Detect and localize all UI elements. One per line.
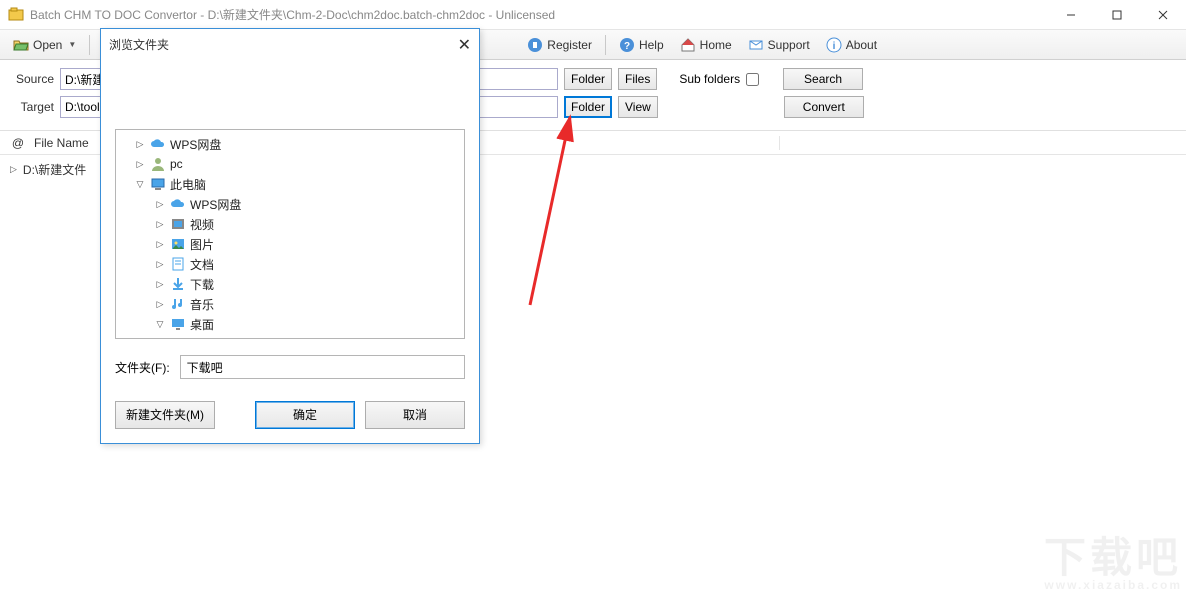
source-label: Source <box>10 72 54 86</box>
col-marker[interactable]: @ <box>6 136 30 150</box>
pictures-icon <box>170 236 186 252</box>
desktop-icon <box>170 316 186 332</box>
watermark-sub: www.xiazaiba.com <box>1044 579 1182 591</box>
cloud-icon <box>170 196 186 212</box>
expand-icon[interactable]: ▷ <box>154 259 166 270</box>
collapse-icon[interactable]: ▽ <box>154 319 166 330</box>
collapse-icon[interactable]: ▽ <box>134 179 146 190</box>
document-icon <box>170 256 186 272</box>
tree-label: 音乐 <box>190 296 214 313</box>
folder-name-label: 文件夹(F): <box>115 359 170 376</box>
help-button[interactable]: ? Help <box>612 33 671 57</box>
browse-folder-dialog: 浏览文件夹 ✕ ▷ WPS网盘 ▷ pc ▽ 此电脑 ▷ WPS网盘 ▷ 视频 ▷ 图片 ▷… <box>100 28 480 444</box>
tree-label: 文档 <box>190 256 214 273</box>
register-button[interactable]: Register <box>520 33 599 57</box>
files-button[interactable]: Files <box>618 68 657 90</box>
expand-icon[interactable]: ▷ <box>154 239 166 250</box>
watermark-main: 下载吧 <box>1044 537 1182 579</box>
close-button[interactable] <box>1140 0 1186 30</box>
tree-label: 桌面 <box>190 316 214 333</box>
open-button[interactable]: Open ▼ <box>6 33 83 57</box>
home-label: Home <box>700 38 732 52</box>
support-button[interactable]: Support <box>741 33 817 57</box>
home-button[interactable]: Home <box>673 33 739 57</box>
info-icon: i <box>826 37 842 53</box>
chevron-down-icon: ▼ <box>68 40 76 49</box>
register-icon <box>527 37 543 53</box>
folder-tree[interactable]: ▷ WPS网盘 ▷ pc ▽ 此电脑 ▷ WPS网盘 ▷ 视频 ▷ 图片 ▷ 文档 ▷ 下载 ▷… <box>115 129 465 339</box>
dialog-close-button[interactable]: ✕ <box>458 35 471 55</box>
help-icon: ? <box>619 37 635 53</box>
register-label: Register <box>547 38 592 52</box>
cloud-icon <box>150 136 166 152</box>
download-icon <box>170 276 186 292</box>
tree-label: WPS网盘 <box>190 196 241 213</box>
item-path: D:\新建文件 <box>23 161 86 178</box>
help-label: Help <box>639 38 664 52</box>
watermark: 下载吧 www.xiazaiba.com <box>1044 537 1182 591</box>
folder-name-input[interactable] <box>180 355 465 379</box>
new-folder-button[interactable]: 新建文件夹(M) <box>115 401 215 429</box>
ok-button[interactable]: 确定 <box>255 401 355 429</box>
separator <box>89 35 90 55</box>
about-button[interactable]: i About <box>819 33 884 57</box>
cancel-button[interactable]: 取消 <box>365 401 465 429</box>
maximize-button[interactable] <box>1094 0 1140 30</box>
view-button[interactable]: View <box>618 96 658 118</box>
dialog-title: 浏览文件夹 <box>109 36 169 53</box>
video-icon <box>170 216 186 232</box>
convert-button[interactable]: Convert <box>784 96 864 118</box>
support-label: Support <box>768 38 810 52</box>
expand-icon[interactable]: ▷ <box>134 139 146 150</box>
target-label: Target <box>10 100 54 114</box>
open-label: Open <box>33 38 62 52</box>
expand-icon[interactable]: ▷ <box>154 299 166 310</box>
expand-icon: ▷ <box>10 164 17 175</box>
user-icon <box>150 156 166 172</box>
computer-icon <box>150 176 166 192</box>
window-title: Batch CHM TO DOC Convertor - D:\新建文件夹\Ch… <box>30 6 1048 23</box>
search-button[interactable]: Search <box>783 68 863 90</box>
tree-label: 下载 <box>190 276 214 293</box>
tree-label: 图片 <box>190 236 214 253</box>
expand-icon[interactable]: ▷ <box>154 279 166 290</box>
music-icon <box>170 296 186 312</box>
app-icon <box>8 7 24 23</box>
target-folder-button[interactable]: Folder <box>564 96 612 118</box>
source-folder-button[interactable]: Folder <box>564 68 612 90</box>
tree-label: pc <box>170 157 183 171</box>
folder-open-icon <box>13 37 29 53</box>
expand-icon[interactable]: ▷ <box>154 199 166 210</box>
svg-text:i: i <box>832 41 835 52</box>
subfolders-label: Sub folders <box>679 72 740 86</box>
tree-label: 视频 <box>190 216 214 233</box>
about-label: About <box>846 38 877 52</box>
expand-icon[interactable]: ▷ <box>154 219 166 230</box>
support-icon <box>748 37 764 53</box>
expand-icon[interactable]: ▷ <box>134 159 146 170</box>
tree-label: WPS网盘 <box>170 136 221 153</box>
subfolders-checkbox[interactable] <box>746 73 759 86</box>
tree-label: 此电脑 <box>170 176 206 193</box>
svg-text:?: ? <box>624 41 630 52</box>
separator <box>605 35 606 55</box>
minimize-button[interactable] <box>1048 0 1094 30</box>
title-bar: Batch CHM TO DOC Convertor - D:\新建文件夹\Ch… <box>0 0 1186 30</box>
home-icon <box>680 37 696 53</box>
